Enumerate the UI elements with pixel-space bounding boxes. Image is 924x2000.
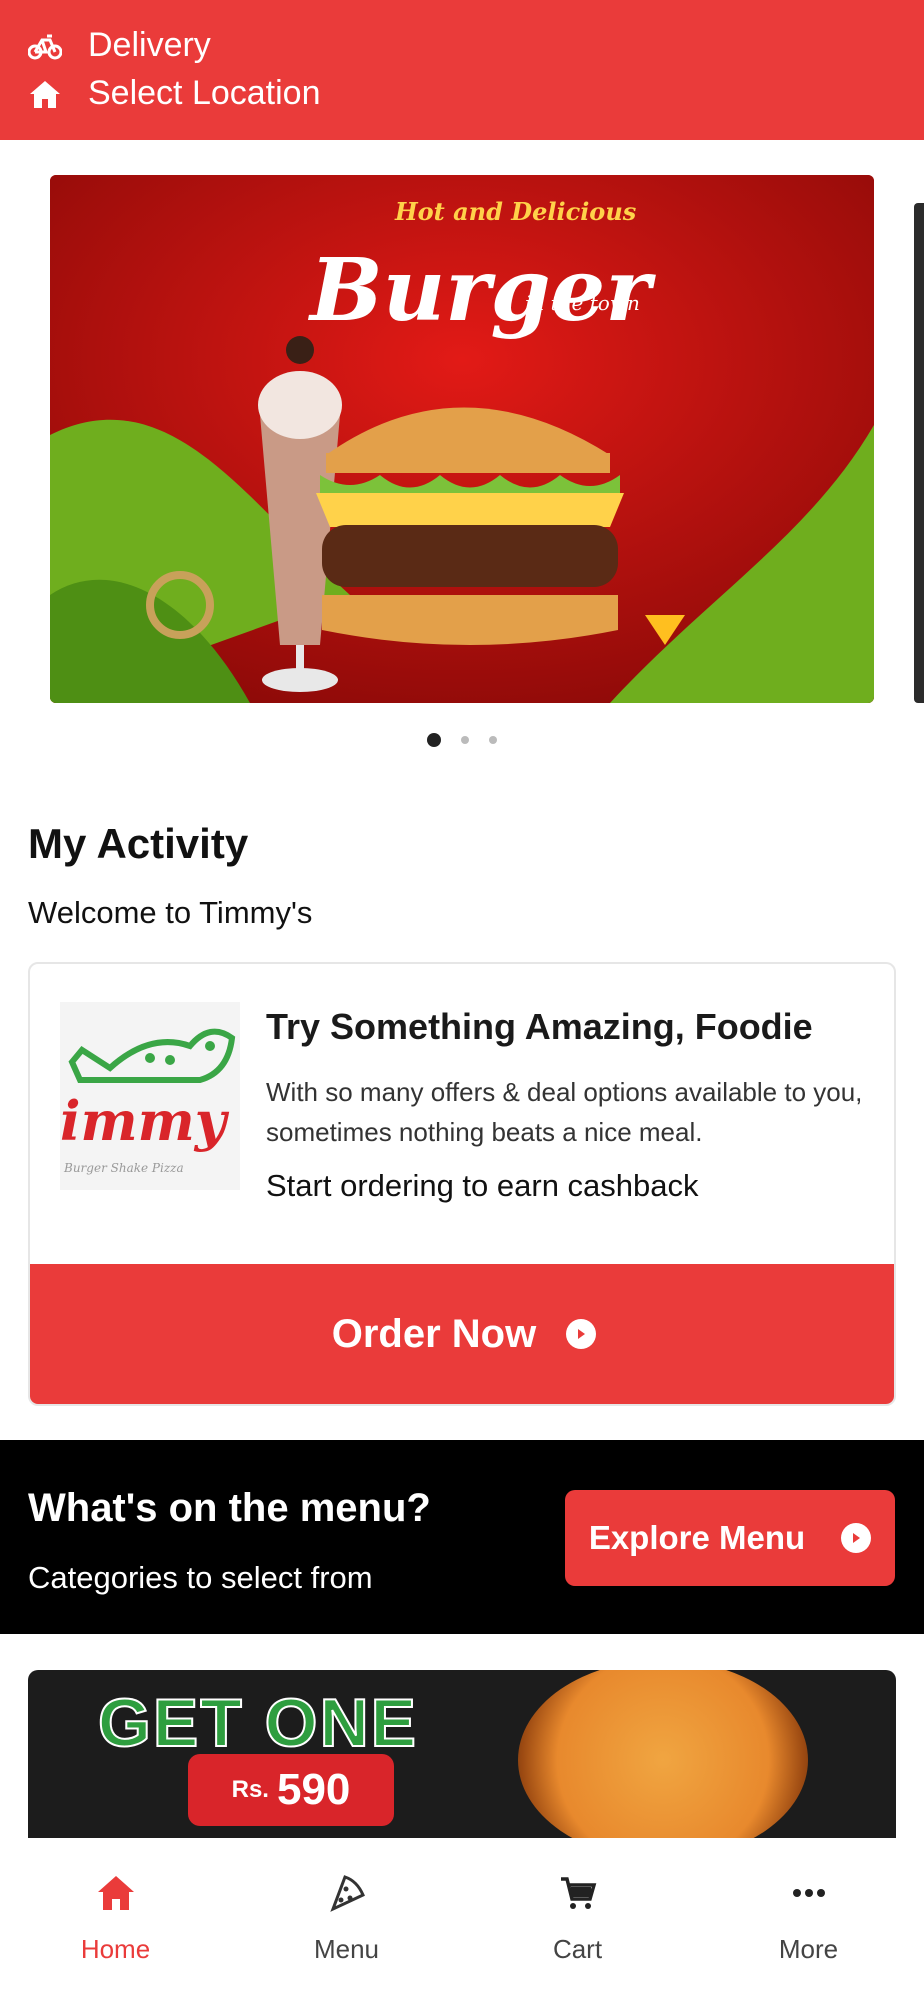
nav-home-label: Home xyxy=(80,1934,151,1964)
promo-carousel-slide[interactable]: Burger Hot and Delicious in the town xyxy=(50,175,874,703)
promo-deal-banner[interactable]: GET ONE Rs. 590 xyxy=(28,1670,896,1840)
menu-banner-subtitle: Categories to select from xyxy=(28,1560,373,1595)
logo-wordmark: immy xyxy=(60,1089,230,1153)
delivery-mode-selector[interactable]: Delivery xyxy=(28,26,211,65)
card-description: With so many offers & deal options avail… xyxy=(266,1077,863,1147)
bottom-navigation: Home Menu Cart More xyxy=(0,1838,924,2000)
activity-welcome-text: Welcome to Timmy's xyxy=(28,895,313,930)
order-now-label: Order Now xyxy=(331,1311,537,1356)
arrow-right-circle-icon xyxy=(566,1319,597,1349)
card-title: Try Something Amazing, Foodie xyxy=(266,1006,813,1047)
home-icon xyxy=(93,1870,139,1916)
pagination-dot-3[interactable] xyxy=(489,736,497,744)
nav-menu[interactable]: Menu xyxy=(231,1838,462,2000)
cashback-text: Start ordering to earn cashback xyxy=(266,1168,699,1203)
logo-tagline: Burger Shake Pizza xyxy=(63,1161,184,1175)
promo-price-currency: Rs. xyxy=(231,1776,269,1803)
nav-more[interactable]: More xyxy=(693,1838,924,2000)
promo-price-value: 590 xyxy=(276,1765,351,1814)
timmys-logo: immy Burger Shake Pizza xyxy=(60,1002,240,1190)
bicycle-icon xyxy=(28,29,62,63)
pagination-dot-1[interactable] xyxy=(427,733,441,747)
arrow-right-circle-icon xyxy=(841,1523,872,1553)
home-location-icon xyxy=(28,77,62,111)
burger-banner-image: Burger Hot and Delicious in the town xyxy=(50,175,874,703)
promo-title: GET ONE xyxy=(97,1684,419,1762)
location-selector[interactable]: Select Location xyxy=(28,74,321,113)
explore-menu-button[interactable]: Explore Menu xyxy=(565,1490,895,1586)
menu-banner-title: What's on the menu? xyxy=(28,1486,431,1530)
nav-home[interactable]: Home xyxy=(0,1838,231,2000)
pizza-slice-icon xyxy=(324,1870,370,1916)
menu-banner: What's on the menu? Categories to select… xyxy=(0,1440,924,1634)
activity-section-title: My Activity xyxy=(28,820,249,867)
activity-card: immy Burger Shake Pizza Try Something Am… xyxy=(28,962,896,1406)
order-now-button[interactable]: Order Now xyxy=(30,1264,894,1404)
banner-subtitle-text: in the town xyxy=(525,291,640,315)
promo-price-badge: Rs. 590 xyxy=(188,1754,394,1826)
carousel-pagination xyxy=(0,733,924,747)
banner-tagline-text: Hot and Delicious xyxy=(394,197,637,226)
delivery-mode-label: Delivery xyxy=(88,26,211,64)
nav-more-label: More xyxy=(778,1934,839,1964)
top-header: Delivery Select Location xyxy=(0,0,924,140)
cart-icon xyxy=(555,1870,601,1916)
nav-cart-label: Cart xyxy=(552,1934,603,1964)
explore-menu-label: Explore Menu xyxy=(588,1519,806,1556)
nav-cart[interactable]: Cart xyxy=(462,1838,693,2000)
nav-menu-label: Menu xyxy=(313,1934,380,1964)
next-slide-peek[interactable] xyxy=(914,203,924,703)
more-dots-icon xyxy=(786,1870,832,1916)
location-label: Select Location xyxy=(88,74,321,112)
pagination-dot-2[interactable] xyxy=(461,736,469,744)
pizza-image xyxy=(518,1670,808,1840)
